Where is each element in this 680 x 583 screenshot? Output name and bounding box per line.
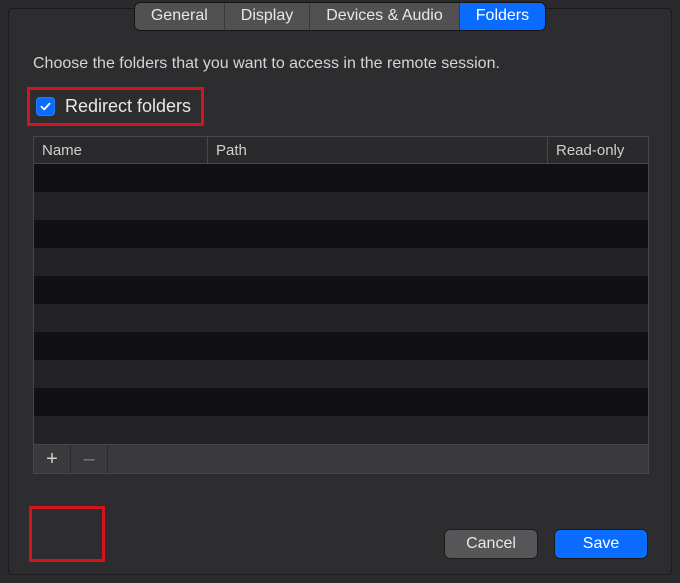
preferences-panel: General Display Devices & Audio Folders … — [8, 8, 672, 575]
minus-icon: – — [83, 449, 94, 469]
column-header-name[interactable]: Name — [34, 137, 208, 163]
description-text: Choose the folders that you want to acce… — [33, 55, 647, 73]
tab-general[interactable]: General — [135, 3, 225, 30]
plus-icon: + — [46, 449, 58, 469]
table-row[interactable] — [34, 388, 648, 416]
table-row[interactable] — [34, 360, 648, 388]
table-row[interactable] — [34, 248, 648, 276]
save-button[interactable]: Save — [555, 530, 647, 558]
tab-display[interactable]: Display — [225, 3, 310, 30]
tab-folders[interactable]: Folders — [460, 3, 545, 30]
table-body — [34, 164, 648, 444]
cancel-button[interactable]: Cancel — [445, 530, 537, 558]
annotation-highlight-add — [29, 506, 105, 562]
table-row[interactable] — [34, 416, 648, 444]
column-header-path[interactable]: Path — [208, 137, 548, 163]
redirect-folders-row[interactable]: Redirect folders — [27, 87, 204, 126]
table-row[interactable] — [34, 192, 648, 220]
dialog-buttons: Cancel Save — [445, 530, 647, 558]
table-header: Name Path Read-only — [34, 137, 648, 164]
checkmark-icon — [39, 100, 52, 113]
add-folder-button[interactable]: + — [34, 445, 71, 473]
tab-devices-audio[interactable]: Devices & Audio — [310, 3, 460, 30]
table-row[interactable] — [34, 332, 648, 360]
redirect-folders-checkbox[interactable] — [36, 97, 55, 116]
redirect-folders-label: Redirect folders — [65, 96, 191, 117]
table-row[interactable] — [34, 164, 648, 192]
column-header-readonly[interactable]: Read-only — [548, 137, 648, 163]
remove-folder-button[interactable]: – — [71, 445, 108, 473]
table-footer: + – — [34, 444, 648, 473]
table-row[interactable] — [34, 276, 648, 304]
folders-table: Name Path Read-only + – — [33, 136, 649, 474]
tab-bar: General Display Devices & Audio Folders — [9, 3, 671, 30]
table-row[interactable] — [34, 304, 648, 332]
table-row[interactable] — [34, 220, 648, 248]
